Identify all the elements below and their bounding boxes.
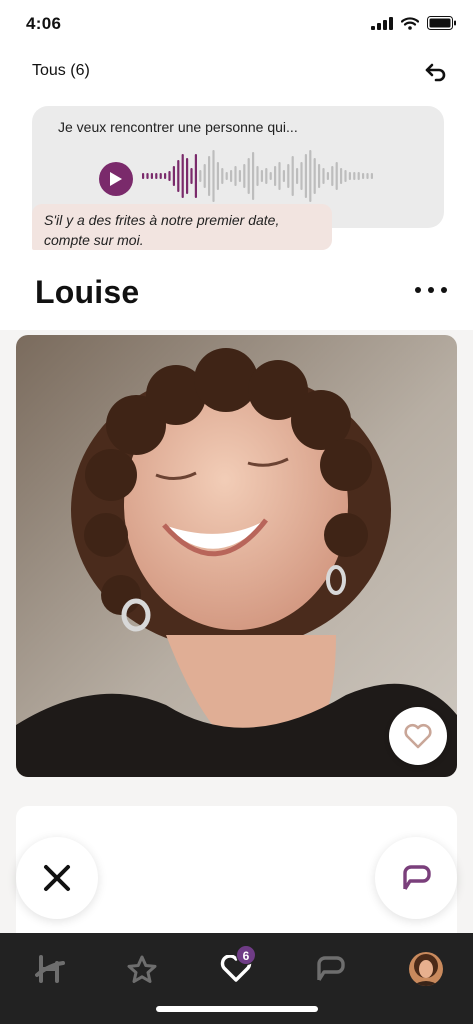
waveform-bar: [256, 166, 259, 186]
waveform-bar: [234, 166, 237, 186]
waveform-bar: [366, 173, 369, 179]
waveform-bar: [322, 168, 325, 184]
voice-prompt-card: Je veux rencontrer une personne qui... S…: [0, 94, 473, 264]
comment-button[interactable]: [375, 837, 457, 919]
wifi-icon: [401, 16, 419, 30]
prompt-title: Je veux rencontrer une personne qui...: [58, 119, 298, 135]
tab-likes[interactable]: 6: [210, 943, 262, 995]
waveform-bar: [313, 158, 316, 194]
like-button[interactable]: [389, 707, 447, 765]
waveform-bar: [300, 162, 303, 190]
waveform-bar: [172, 166, 175, 186]
waveform-bar: [296, 168, 299, 184]
waveform-bar: [199, 170, 202, 182]
profile-photo: [16, 335, 457, 777]
waveform-bar: [146, 173, 149, 179]
undo-button[interactable]: [417, 54, 453, 90]
waveform-bar: [230, 170, 233, 182]
more-options-button[interactable]: [415, 280, 447, 300]
waveform-bar: [344, 170, 347, 182]
waveform-bar: [282, 170, 285, 182]
status-icons: [371, 16, 457, 30]
play-icon: [110, 172, 122, 186]
more-dot-icon: [441, 287, 447, 293]
audio-waveform[interactable]: [142, 146, 382, 206]
waveform-bar: [190, 168, 193, 184]
waveform-bar: [216, 162, 219, 190]
pass-button[interactable]: [16, 837, 98, 919]
waveform-bar: [243, 164, 246, 188]
waveform-bar: [225, 172, 228, 180]
waveform-bar: [340, 168, 343, 184]
tab-standouts[interactable]: [116, 943, 168, 995]
avatar: [409, 952, 443, 986]
waveform-bar: [274, 166, 277, 186]
tab-home[interactable]: [24, 943, 76, 995]
waveform-bar: [304, 154, 307, 198]
status-time: 4:06: [26, 14, 62, 33]
undo-arrow-icon: [425, 63, 446, 82]
header: Tous (6): [0, 50, 473, 94]
waveform-bar: [326, 172, 329, 180]
waveform-bar: [159, 173, 162, 179]
waveform-bar: [265, 168, 268, 184]
home-indicator: [156, 1006, 318, 1012]
tab-matches[interactable]: [304, 943, 356, 995]
waveform-bar: [362, 173, 365, 179]
star-icon: [127, 955, 157, 983]
waveform-bar: [177, 160, 180, 192]
waveform-bar: [247, 158, 250, 194]
hinge-logo-icon: [35, 955, 65, 983]
waveform-bar: [278, 162, 281, 190]
waveform-bar: [269, 172, 272, 180]
waveform-bar: [155, 173, 158, 179]
profile-header: Louise: [0, 264, 473, 330]
battery-icon: [427, 16, 456, 30]
tab-profile[interactable]: [400, 943, 452, 995]
waveform-bar: [221, 168, 224, 184]
waveform-bar: [164, 173, 167, 179]
waveform-bar: [348, 172, 351, 180]
waveform-bar: [194, 154, 197, 198]
waveform-bar: [252, 152, 255, 200]
filter-label[interactable]: Tous (6): [32, 62, 90, 80]
waveform-bar: [142, 173, 145, 179]
waveform-bar: [168, 171, 171, 181]
play-button[interactable]: [99, 162, 133, 196]
waveform-bar: [335, 162, 338, 190]
prompt-answer: S'il y a des frites à notre premier date…: [32, 204, 332, 250]
close-x-icon: [44, 865, 70, 891]
waveform-bar: [212, 150, 215, 202]
more-dot-icon: [415, 287, 421, 293]
waveform-bar: [309, 150, 312, 202]
waveform-bar: [150, 173, 153, 179]
waveform-bar: [357, 172, 360, 180]
waveform-bar: [318, 164, 321, 188]
chat-bubble-icon: [403, 865, 431, 890]
waveform-bar: [331, 166, 334, 186]
chat-icon: [317, 956, 345, 981]
waveform-bar: [186, 158, 189, 194]
more-dot-icon: [428, 287, 434, 293]
status-bar: 4:06: [0, 0, 473, 50]
waveform-bar: [203, 164, 206, 188]
tab-bar: 6: [0, 933, 473, 1024]
waveform-bar: [370, 173, 373, 179]
waveform-bar: [287, 164, 290, 188]
likes-count-badge: 6: [236, 945, 256, 965]
waveform-bar: [238, 170, 241, 182]
waveform-bar: [260, 170, 263, 182]
profile-name: Louise: [35, 274, 140, 310]
waveform-bar: [181, 154, 184, 198]
profile-photo-image: [16, 335, 457, 777]
signal-icon: [371, 16, 393, 30]
heart-outline-icon: [404, 723, 432, 749]
waveform-bar: [353, 172, 356, 180]
waveform-bar: [208, 156, 211, 196]
waveform-bar: [291, 156, 294, 196]
